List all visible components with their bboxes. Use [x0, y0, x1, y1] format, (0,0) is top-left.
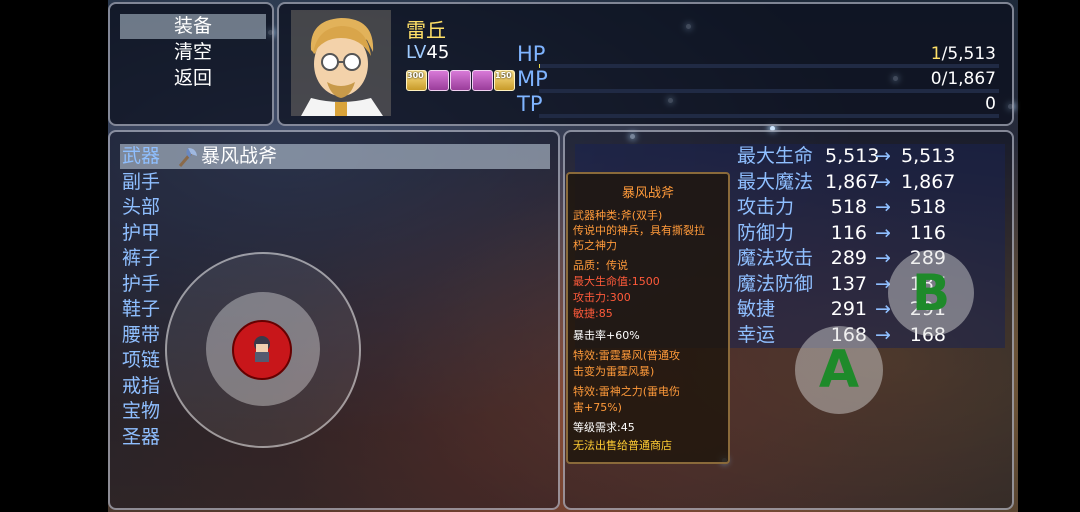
stat-row-defense: 防御力 116 → 116 [737, 222, 946, 244]
tooltip-line: 特效:雷霆暴风(普通攻 [573, 349, 680, 362]
slot-necklace[interactable]: 项链 [122, 348, 160, 372]
buff-300-icon: 300 [406, 70, 427, 91]
stat-row-attack: 攻击力 518 → 518 [737, 196, 946, 218]
slot-pants[interactable]: 裤子 [122, 246, 160, 270]
tooltip-line: 传说中的神兵，具有撕裂拉 [573, 224, 705, 237]
command-window: 装备 清空 返回 [108, 2, 274, 126]
slot-armor[interactable]: 护甲 [122, 221, 160, 245]
actor-name: 雷丘 [406, 18, 446, 42]
hp-gauge [539, 64, 999, 68]
buff-potion-icon [472, 70, 493, 91]
tooltip-line: 等级需求:45 [573, 421, 635, 434]
axe-icon [178, 147, 197, 167]
tooltip-line: 朽之神力 [573, 239, 617, 252]
mp-value: 0/1,867 [930, 69, 996, 89]
stat-row-magic-attack: 魔法攻击 289 → 289 [737, 247, 946, 269]
slot-treasure[interactable]: 宝物 [122, 399, 160, 423]
tooltip-line: 暴击率+60% [573, 329, 640, 342]
tp-label: TP [517, 92, 543, 116]
command-equip[interactable]: 装备 [120, 14, 266, 39]
level-prefix: LV [406, 42, 427, 63]
mp-gauge [539, 89, 999, 93]
mp-label: MP [517, 67, 548, 91]
slot-gloves[interactable]: 护手 [122, 272, 160, 296]
player-sprite-icon [254, 336, 270, 362]
tooltip-line: 武器种类:斧(双手) [573, 209, 663, 222]
equipped-weapon[interactable]: 暴风战斧 [176, 144, 277, 169]
actor-level: LV45 [406, 42, 449, 63]
slot-ring[interactable]: 戒指 [122, 374, 160, 398]
slot-belt[interactable]: 腰带 [122, 323, 160, 347]
tooltip-line: 害+75%) [573, 401, 622, 414]
hp-value: 1/5,513 [930, 44, 996, 64]
tp-value: 0 [985, 94, 996, 114]
buff-strength-icon [450, 70, 471, 91]
command-return[interactable]: 返回 [120, 66, 266, 91]
actor-portrait [291, 10, 391, 116]
item-tooltip: 暴风战斧 武器种类:斧(双手) 传说中的神兵，具有撕裂拉 朽之神力品质：传说最大生命… [566, 172, 730, 464]
stat-row-max-mp: 最大魔法 1,867 → 1,867 [737, 171, 956, 193]
tooltip-line: 敏捷:85 [573, 307, 613, 320]
tooltip-line: 无法出售给普通商店 [573, 439, 672, 452]
status-window: 雷丘 LV45 300 150 HP 1/5,513 MP 0/1,867 TP… [277, 2, 1014, 126]
slot-head[interactable]: 头部 [122, 195, 160, 219]
tooltip-line: 攻击力:300 [573, 291, 631, 304]
stat-row-max-hp: 最大生命 5,513 → 5,513 [737, 145, 956, 167]
hp-label: HP [517, 42, 546, 66]
tp-gauge [539, 114, 999, 118]
buff-150-icon: 150 [494, 70, 515, 91]
tooltip-line: 击变为雷霆风暴) [573, 365, 655, 378]
tooltip-title: 暴风战斧 [621, 186, 674, 201]
slot-offhand[interactable]: 副手 [122, 170, 160, 194]
level-value: 45 [426, 42, 450, 63]
buff-knife-icon [428, 70, 449, 91]
b-button[interactable]: B [888, 250, 974, 336]
command-clear[interactable]: 清空 [120, 40, 266, 65]
state-icons: 300 150 [406, 70, 515, 91]
tooltip-line: 最大生命值:1500 [573, 275, 660, 288]
slot-shoes[interactable]: 鞋子 [122, 297, 160, 321]
tooltip-line: 品质：传说 [573, 259, 628, 272]
tooltip-line: 特效:雷神之力(雷电伤 [573, 385, 680, 398]
slot-relic[interactable]: 圣器 [122, 425, 160, 449]
equipped-weapon-name: 暴风战斧 [201, 145, 278, 167]
a-button[interactable]: A [795, 326, 883, 414]
slot-weapon[interactable]: 武器 [122, 144, 160, 168]
